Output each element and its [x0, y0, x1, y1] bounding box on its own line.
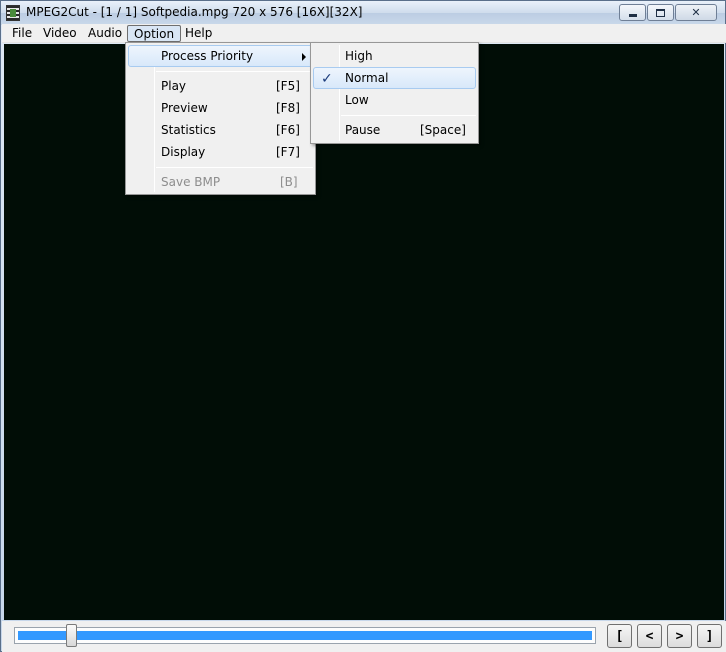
- timeline-thumb[interactable]: [66, 624, 77, 647]
- mark-out-button[interactable]: ]: [697, 624, 722, 648]
- menu-separator: [341, 115, 476, 116]
- minimize-icon: [628, 13, 637, 17]
- menu-option[interactable]: Option: [127, 25, 182, 42]
- menu-item-shortcut: [Space]: [420, 123, 466, 137]
- submenu-arrow-icon: [302, 53, 306, 61]
- next-button[interactable]: >: [667, 624, 692, 648]
- menu-item-play[interactable]: Play [F5]: [128, 75, 313, 97]
- maximize-button[interactable]: [647, 4, 674, 21]
- menu-audio[interactable]: Audio: [82, 25, 128, 42]
- close-icon: ✕: [691, 6, 701, 19]
- menu-item-shortcut: [F8]: [276, 101, 300, 115]
- maximize-icon: [656, 8, 665, 17]
- menu-item-low[interactable]: Low: [313, 89, 476, 111]
- check-icon: ✓: [321, 71, 333, 87]
- menu-item-shortcut: [F6]: [276, 123, 300, 137]
- menu-item-label: High: [345, 49, 373, 63]
- menu-item-save-bmp[interactable]: Save BMP [B]: [128, 171, 313, 193]
- menu-separator: [156, 167, 313, 168]
- menu-item-shortcut: [B]: [280, 175, 298, 189]
- navigation-buttons: [ < > ]: [607, 624, 722, 648]
- priority-submenu: High ✓ Normal Low Pause [Space]: [310, 42, 479, 144]
- menu-item-pause[interactable]: Pause [Space]: [313, 119, 476, 141]
- menu-item-shortcut: [F7]: [276, 145, 300, 159]
- menu-item-label: Pause: [345, 123, 381, 137]
- menu-item-normal[interactable]: ✓ Normal: [313, 67, 476, 89]
- menu-item-preview[interactable]: Preview [F8]: [128, 97, 313, 119]
- minimize-button[interactable]: [619, 4, 646, 21]
- close-button[interactable]: ✕: [675, 4, 717, 21]
- menu-item-label: Process Priority: [161, 49, 254, 63]
- menu-help[interactable]: Help: [179, 25, 218, 42]
- menu-separator: [156, 71, 313, 72]
- menu-item-label: Normal: [345, 71, 389, 85]
- app-icon[interactable]: [6, 5, 20, 21]
- menu-item-label: Save BMP: [161, 175, 221, 189]
- window-title: MPEG2Cut - [1 / 1] Softpedia.mpg 720 x 5…: [26, 5, 363, 19]
- mark-in-button[interactable]: [: [607, 624, 632, 648]
- window-controls: ✕: [619, 4, 717, 21]
- playback-bar: [ < > ]: [2, 621, 726, 652]
- option-menu: Process Priority Play [F5] Preview [F8] …: [125, 42, 316, 195]
- menu-video[interactable]: Video: [37, 25, 83, 42]
- timeline-fill: [18, 631, 592, 640]
- menu-item-label: Low: [345, 93, 369, 107]
- menu-item-label: Display: [161, 145, 206, 159]
- menu-item-high[interactable]: High: [313, 45, 476, 67]
- menu-item-process-priority[interactable]: Process Priority: [128, 45, 313, 67]
- menu-item-shortcut: [F5]: [276, 79, 300, 93]
- menu-item-display[interactable]: Display [F7]: [128, 141, 313, 163]
- menu-item-label: Preview: [161, 101, 208, 115]
- menu-bar: File Video Audio Option Help: [2, 24, 726, 43]
- menu-file[interactable]: File: [6, 25, 38, 42]
- menu-item-statistics[interactable]: Statistics [F6]: [128, 119, 313, 141]
- previous-button[interactable]: <: [637, 624, 662, 648]
- menu-item-label: Statistics: [161, 123, 216, 137]
- title-bar[interactable]: MPEG2Cut - [1 / 1] Softpedia.mpg 720 x 5…: [1, 1, 725, 25]
- timeline-slider[interactable]: [14, 624, 596, 647]
- menu-item-label: Play: [161, 79, 187, 93]
